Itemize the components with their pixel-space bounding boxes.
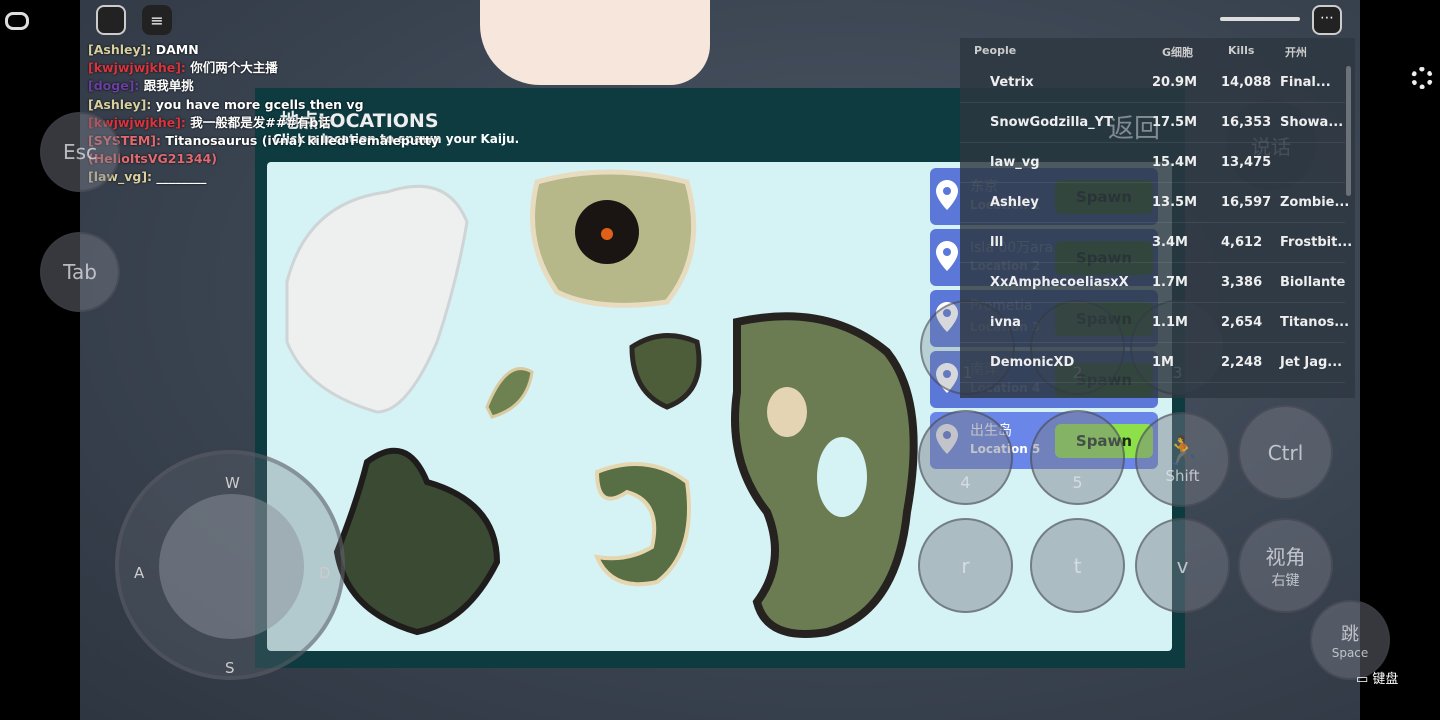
player-gcells: 13.5M [1152, 195, 1198, 210]
settings-gear-icon[interactable] [1411, 67, 1433, 89]
player-kills: 16,597 [1221, 195, 1272, 210]
small-island [485, 367, 534, 419]
chat-message: [Ashley]: DAMN [88, 41, 439, 59]
player-kaiju: Titanos... [1280, 315, 1350, 330]
shift-key-button[interactable]: 🏃 Shift [1135, 412, 1230, 507]
player-gcells: 15.4M [1152, 155, 1198, 170]
leaderboard-header-gcells: G细胞 [1162, 46, 1194, 59]
roblox-menu-icon[interactable] [96, 5, 126, 35]
player-kaiju: Jet Jag... [1280, 355, 1343, 370]
player-gcells: 20.9M [1152, 75, 1198, 90]
player-kaiju: Frostbit... [1280, 235, 1353, 250]
chat-sender: [kwjwjwjkhe]: [88, 60, 186, 76]
joystick-d-label: D [319, 564, 331, 582]
player-kills: 16,353 [1221, 115, 1272, 130]
player-kaiju: Final... [1280, 75, 1331, 90]
tab-key-button[interactable]: Tab [40, 232, 120, 312]
snow-island [285, 184, 469, 414]
chat-text: DAMN [155, 42, 199, 57]
leaderboard-row[interactable]: law_vg 15.4M 13,475 [960, 143, 1345, 183]
esc-key-button[interactable]: Esc [40, 112, 120, 192]
more-menu-icon[interactable]: ⋯ [1312, 5, 1342, 35]
leaderboard-row[interactable]: Ashley 13.5M 16,597 Zombie... [960, 183, 1349, 223]
chat-message: [kwjwjwjkhe]: 我一般都是发###有b话 [88, 114, 439, 132]
chat-text: ________ [156, 169, 207, 185]
chat-log: [Ashley]: DAMN [kwjwjwjkhe]: 你们两个大主播 [doge… [88, 41, 439, 187]
map-pin-icon [936, 180, 958, 210]
keyboard-button[interactable]: ▭ 键盘 [1356, 668, 1398, 687]
rock-island [629, 333, 702, 410]
key-t-button[interactable]: t [1030, 518, 1125, 613]
ring-island [593, 462, 691, 587]
player-kills: 4,612 [1221, 235, 1263, 250]
gamepad-icon[interactable] [5, 12, 29, 30]
player-name: Ashley [990, 195, 1039, 210]
player-name: lll [990, 235, 1004, 250]
player-kaiju: Biollante [1280, 275, 1346, 290]
ctrl-key-button[interactable]: Ctrl [1238, 405, 1333, 500]
camera-view-button[interactable]: 视角 右键 [1238, 518, 1333, 613]
key-5-button[interactable]: 5 [1030, 410, 1125, 505]
map-pin-icon [936, 241, 958, 271]
chat-text: 我一般都是发###有b话 [190, 114, 331, 130]
player-gcells: 1.1M [1152, 315, 1188, 330]
key-v-button[interactable]: v [1135, 518, 1230, 613]
key-r-button[interactable]: r [918, 518, 1013, 613]
player-kaiju: Showa... [1280, 115, 1344, 130]
movement-joystick[interactable]: W A S D [115, 450, 345, 680]
player-kills: 13,475 [1221, 155, 1272, 170]
joystick-s-label: S [225, 659, 235, 677]
leaderboard-row[interactable]: ivna 1.1M 2,654 Titanos... [960, 303, 1349, 343]
leaderboard-header-kills: Kills [1228, 44, 1255, 57]
background-terrain [480, 0, 710, 85]
leaderboard-row[interactable]: lll 3.4M 4,612 Frostbit... [960, 223, 1352, 263]
player-kills: 14,088 [1221, 75, 1272, 90]
player-kills: 2,248 [1221, 355, 1263, 370]
dark-island [333, 447, 501, 636]
player-name: law_vg [990, 155, 1040, 170]
chat-message: [Ashley]: you have more gcells then vg [88, 96, 439, 114]
player-name: Vetrix [990, 75, 1034, 90]
chat-sender: [doge]: [88, 78, 140, 94]
chat-message: [doge]: 跟我单挑 [88, 77, 439, 95]
chat-message: [SYSTEM]: Titanosaurus (ivna) killed Fem… [88, 132, 439, 150]
chat-text: Titanosaurus (ivna) killed Femaleputty [165, 133, 439, 149]
player-name: XxAmphecoeliasxX [990, 275, 1129, 290]
player-gcells: 1M [1152, 355, 1174, 370]
leaderboard-header-kaiju: 开州 [1285, 46, 1307, 59]
joystick-thumb[interactable] [159, 494, 304, 639]
back-label[interactable]: 返回 [1108, 108, 1160, 145]
joystick-a-label: A [134, 564, 145, 582]
player-gcells: 3.4M [1152, 235, 1188, 250]
player-kills: 3,386 [1221, 275, 1263, 290]
player-name: DemonicXD [990, 355, 1075, 370]
chat-text: 跟我单挑 [143, 78, 194, 94]
leaderboard-row[interactable]: Vetrix 20.9M 14,088 Final... [960, 63, 1345, 103]
chat-sender: [Ashley]: [88, 42, 152, 57]
chat-toggle-icon[interactable]: ≡ [142, 5, 172, 35]
top-bar-line [1220, 17, 1300, 21]
key-4-button[interactable]: 4 [918, 410, 1013, 505]
chat-text: you have more gcells then vg [155, 96, 364, 112]
leaderboard-header-people: People [974, 44, 1017, 57]
player-kaiju: Zombie... [1280, 195, 1350, 210]
player-gcells: 1.7M [1152, 275, 1188, 290]
chat-sender: [Ashley]: [88, 96, 152, 112]
leaderboard: People G细胞 Kills 开州 Vetrix 20.9M 14,088 Fin… [960, 38, 1355, 398]
chat-message: [law_vg]: ________ [88, 168, 439, 186]
leaderboard-row[interactable]: DemonicXD 1M 2,248 Jet Jag... [960, 343, 1345, 383]
sprint-icon: 🏃 [1165, 434, 1200, 467]
leaderboard-row[interactable]: XxAmphecoeliasxX 1.7M 3,386 Biollante [960, 263, 1345, 303]
leaderboard-scrollbar[interactable] [1346, 66, 1351, 196]
player-name: SnowGodzilla_YT [990, 115, 1113, 130]
player-name: ivna [990, 315, 1021, 330]
chat-message: [kwjwjwjkhe]: 你们两个大主播 [88, 59, 439, 77]
chat-message: (HelloItsVG21344) [88, 150, 439, 168]
player-kills: 2,654 [1221, 315, 1263, 330]
chat-text: 你们两个大主播 [190, 60, 278, 76]
joystick-w-label: W [225, 474, 240, 492]
keyboard-icon: ▭ [1356, 672, 1373, 687]
